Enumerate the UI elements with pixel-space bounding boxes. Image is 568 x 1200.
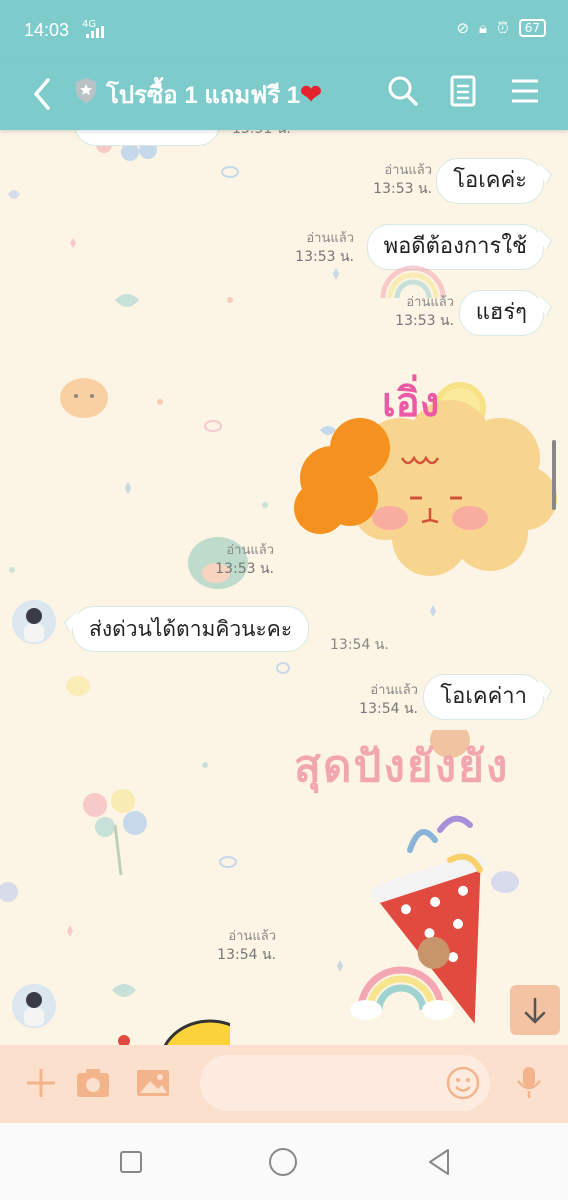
notes-icon[interactable]: [446, 74, 480, 108]
read-receipt: อ่านแล้ว: [306, 231, 354, 246]
message-bubble[interactable]: แฮร่ๆ: [458, 290, 544, 336]
chevron-left-icon[interactable]: [28, 74, 58, 114]
status-icons: ⊘ 🔒︎ ⏰︎ 67: [456, 19, 546, 37]
message-time-partial: 13:51 น.: [232, 130, 291, 140]
read-receipt: อ่านแล้ว: [226, 543, 274, 558]
message-meta: อ่านแล้ว 13:53 น.: [395, 294, 454, 330]
message-meta: อ่านแล้ว 13:53 น.: [373, 162, 432, 198]
sticker-text: เอิ่ง: [382, 380, 440, 426]
arrow-down-icon: [524, 997, 546, 1024]
lock-icon: 🔒︎: [479, 19, 488, 37]
message-bubble[interactable]: โอเคค่ะ: [436, 158, 544, 204]
message-meta: อ่านแล้ว 13:54 น.: [217, 928, 276, 964]
mic-icon[interactable]: [510, 1065, 548, 1101]
scrollbar[interactable]: [552, 440, 556, 510]
battery-icon: 67: [518, 19, 546, 37]
avatar-image: [12, 600, 56, 644]
shield-icon: [76, 78, 96, 103]
message-meta: อ่านแล้ว 13:53 น.: [215, 542, 274, 578]
message-time: 13:54 น.: [359, 701, 418, 717]
message-bubble[interactable]: ส่งด่วนได้ตามคิวนะคะ: [72, 606, 310, 652]
message-meta: อ่านแล้ว 13:54 น.: [359, 682, 418, 718]
read-receipt: อ่านแล้ว: [228, 929, 276, 944]
avatar[interactable]: [12, 600, 56, 644]
scroll-to-bottom-button[interactable]: [510, 985, 560, 1035]
avatar-image: [12, 984, 56, 1028]
message-time: 13:53 น.: [395, 313, 454, 329]
alarm-icon: ⏰︎: [497, 19, 509, 37]
chat-area[interactable]: 13:51 น. อ่านแล้ว 13:53 น. โอเคค่ะ อ่านแ…: [0, 130, 568, 1045]
sticker-partial[interactable]: [110, 1005, 230, 1045]
avatar[interactable]: [12, 984, 56, 1028]
message-time: 13:53 น.: [215, 561, 274, 577]
input-bar: [0, 1045, 568, 1123]
back-nav-icon[interactable]: [424, 1147, 454, 1177]
read-receipt: อ่านแล้ว: [370, 683, 418, 698]
status-time: 14:03: [24, 20, 70, 40]
message-time: 13:53 น.: [373, 181, 432, 197]
chat-title-text: โปรซื้อ 1 แถมฟรี 1: [106, 82, 301, 109]
sticker-eng[interactable]: เอิ่ง: [290, 358, 560, 578]
plus-icon[interactable]: [22, 1065, 60, 1101]
home-icon[interactable]: [268, 1147, 298, 1177]
chat-header: โปรซื้อ 1 แถมฟรี 1❤: [0, 60, 568, 130]
message-time: 13:54 น.: [217, 947, 276, 963]
message-time: 13:54 น.: [330, 637, 389, 653]
sticker-text: สุดปังยังยัง: [294, 741, 510, 792]
recent-apps-icon[interactable]: [116, 1147, 146, 1177]
camera-icon[interactable]: [74, 1065, 112, 1101]
emoji-icon[interactable]: [446, 1066, 480, 1100]
image-icon[interactable]: [134, 1065, 172, 1101]
system-nav-bar: [0, 1123, 568, 1200]
status-bar: 14:03 4G ⊘ 🔒︎ ⏰︎ 67: [0, 0, 568, 60]
read-receipt: อ่านแล้ว: [384, 163, 432, 178]
chat-title: โปรซื้อ 1 แถมฟรี 1❤: [106, 75, 322, 114]
message-meta: อ่านแล้ว 13:53 น.: [295, 230, 354, 266]
message-input[interactable]: [200, 1055, 490, 1111]
search-icon[interactable]: [386, 74, 420, 108]
message-bubble-partial[interactable]: [74, 130, 220, 146]
menu-icon[interactable]: [508, 74, 542, 108]
message-bubble[interactable]: โอเคค่าา: [423, 674, 544, 720]
heart-icon: ❤: [300, 79, 322, 109]
read-receipt: อ่านแล้ว: [406, 295, 454, 310]
vibrate-icon: ⊘: [456, 19, 470, 37]
signal-icon: [86, 26, 104, 38]
message-time: 13:53 น.: [295, 249, 354, 265]
